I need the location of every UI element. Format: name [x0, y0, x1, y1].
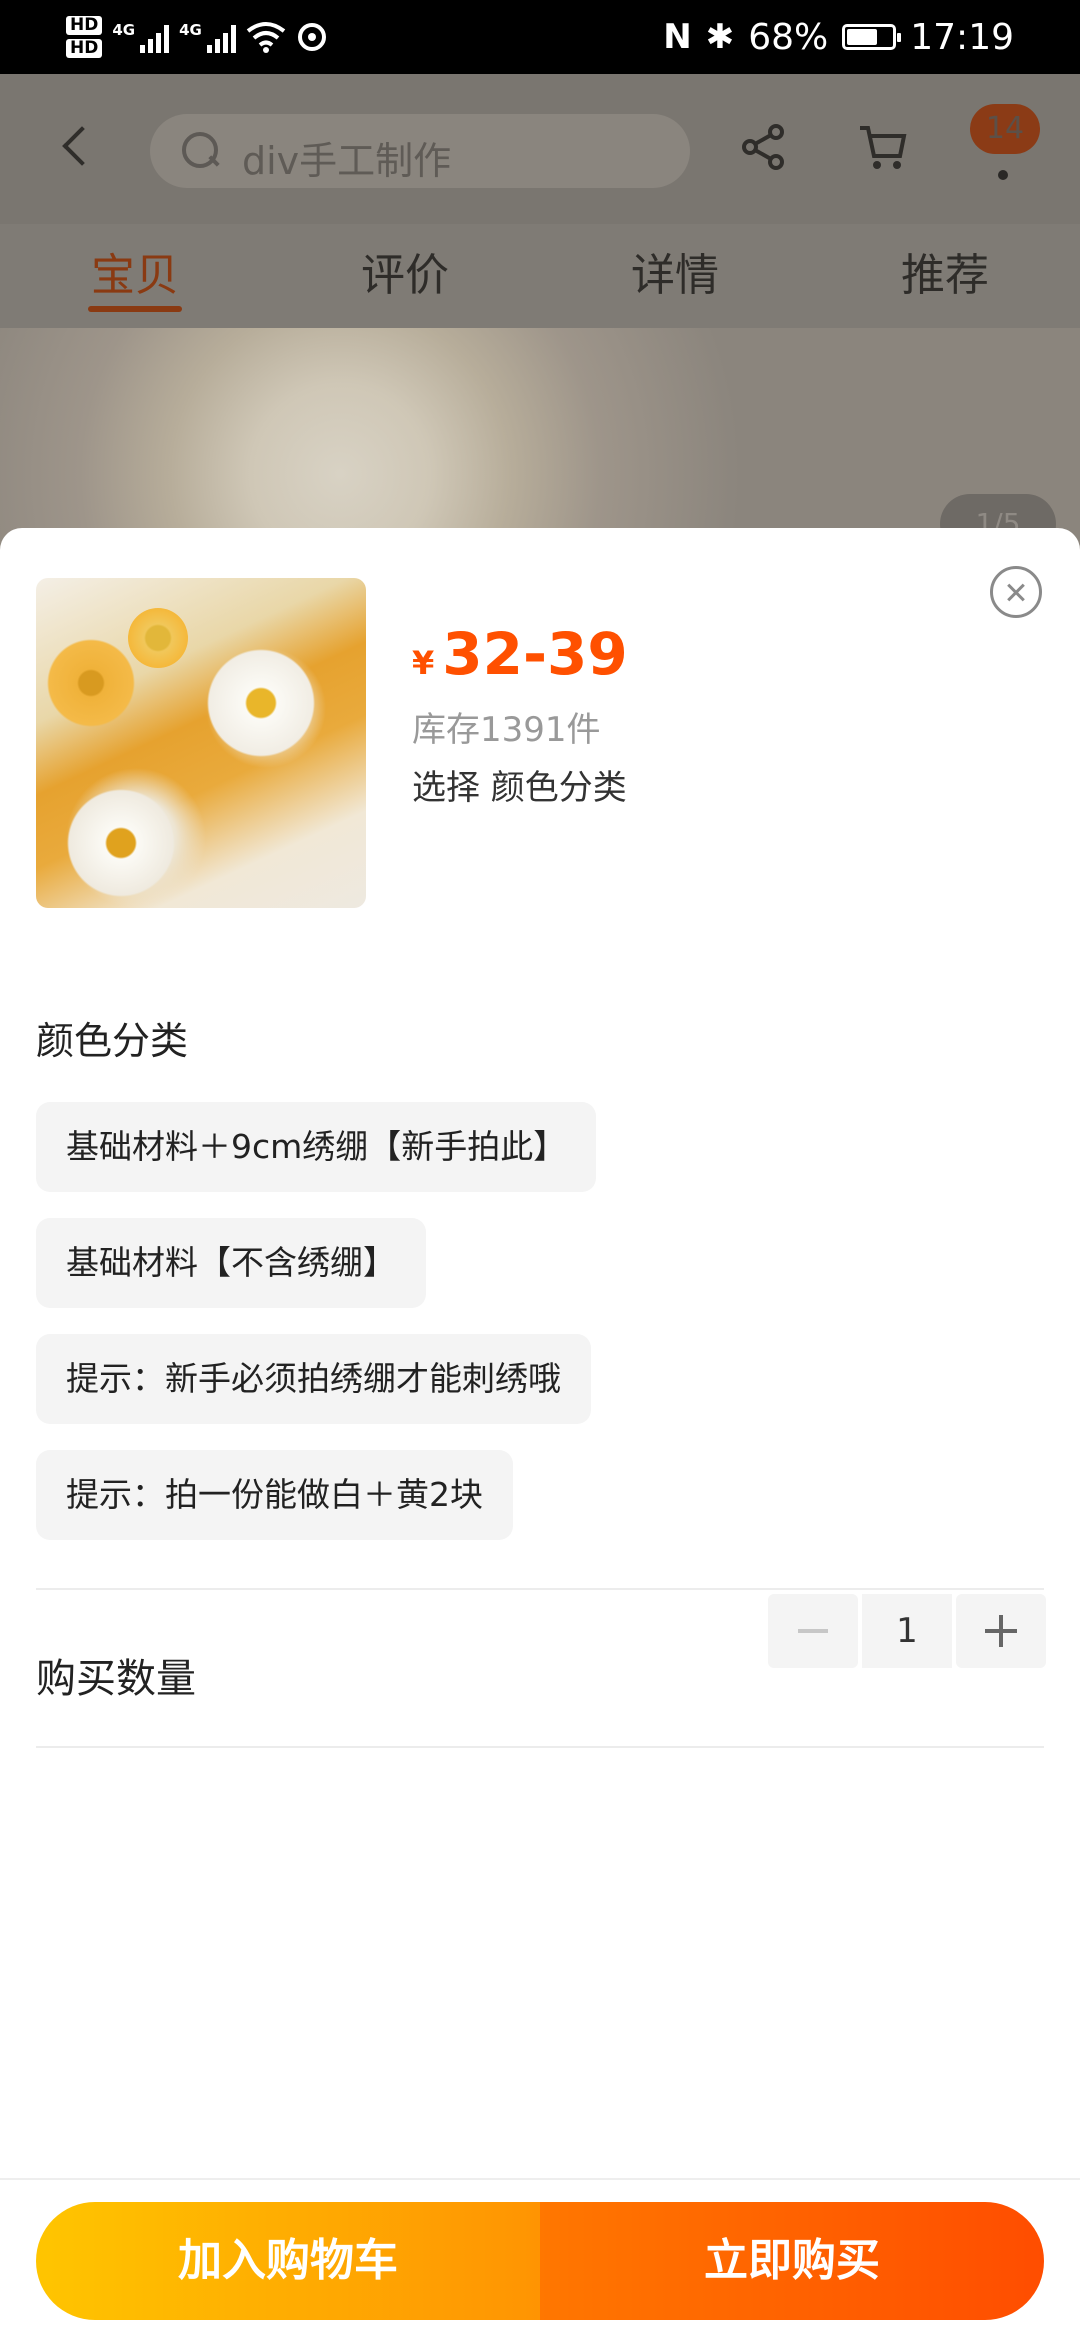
- sku-option[interactable]: 基础材料＋9cm绣绷【新手拍此】: [36, 1102, 597, 1192]
- cart-badge: 14: [970, 104, 1040, 154]
- sku-option[interactable]: 提示：新手必须拍绣绷才能刺绣哦: [36, 1334, 591, 1424]
- quantity-label: 购买数量: [36, 1656, 196, 1702]
- tab-bar: 宝贝 评价 详情 推荐: [0, 224, 1080, 328]
- search-bar: div手工制作: [150, 114, 690, 188]
- buy-now-button[interactable]: 立即购买: [540, 2202, 1044, 2320]
- quantity-value[interactable]: 1: [862, 1594, 952, 1668]
- signal-icon: 4G: [179, 21, 236, 53]
- action-buttons: 加入购物车 立即购买: [36, 2202, 1044, 2320]
- status-bar: HD HD 4G 4G N ✱ 68% 17:19: [0, 0, 1080, 74]
- more-icon: [998, 170, 1008, 180]
- decrease-button[interactable]: [768, 1594, 858, 1668]
- stock-count: 库存1391件: [412, 710, 601, 750]
- tab-recommend: 推荐: [901, 250, 989, 301]
- selected-sku-text: 选择 颜色分类: [412, 768, 627, 808]
- cart-icon: [860, 126, 907, 169]
- hd-icon: HD: [66, 39, 103, 58]
- bottom-action-bar: 加入购物车 立即购买: [0, 2178, 1080, 2340]
- clock: 17:19: [910, 16, 1014, 58]
- divider: [36, 1588, 1044, 1590]
- search-placeholder: div手工制作: [242, 139, 452, 183]
- price: ¥32-39: [412, 620, 628, 688]
- top-nav: div手工制作 14: [0, 74, 1080, 224]
- network-type: 4G: [179, 21, 202, 39]
- tab-details: 详情: [631, 250, 719, 301]
- sku-option[interactable]: 基础材料【不含绣绷】: [36, 1218, 426, 1308]
- share-icon: [742, 124, 784, 170]
- divider: [36, 1746, 1044, 1748]
- price-currency: ¥: [412, 644, 435, 682]
- back-icon: [62, 126, 94, 168]
- bluetooth-icon: ✱: [705, 17, 735, 57]
- battery-percent: 68%: [748, 16, 829, 58]
- sku-sheet: ¥32-39 库存1391件 选择 颜色分类 颜色分类 基础材料＋9cm绣绷【新…: [0, 528, 1080, 2340]
- tab-item: 宝贝: [0, 224, 270, 328]
- network-type: 4G: [112, 21, 136, 39]
- nfc-icon: N: [663, 17, 692, 57]
- tab-reviews: 评价: [361, 250, 449, 301]
- hd-icon: HD: [66, 16, 103, 35]
- product-thumbnail[interactable]: [36, 578, 366, 908]
- quantity-stepper: 1: [768, 1594, 1046, 1668]
- close-button[interactable]: [990, 566, 1042, 618]
- signal-icon: 4G: [112, 21, 170, 53]
- hotspot-icon: [297, 23, 326, 51]
- color-category-title: 颜色分类: [36, 1019, 189, 1063]
- status-left: HD HD 4G 4G: [66, 8, 328, 66]
- wifi-icon: [246, 22, 286, 53]
- price-range: 32-39: [442, 620, 628, 688]
- hd-icons: HD HD: [66, 16, 103, 58]
- search-icon: [182, 132, 218, 168]
- battery-icon: [842, 24, 902, 50]
- status-right: N ✱ 68% 17:19: [663, 0, 1014, 74]
- increase-button[interactable]: [956, 1594, 1046, 1668]
- sku-option[interactable]: 提示：拍一份能做白＋黄2块: [36, 1450, 513, 1540]
- add-to-cart-button[interactable]: 加入购物车: [36, 2202, 540, 2320]
